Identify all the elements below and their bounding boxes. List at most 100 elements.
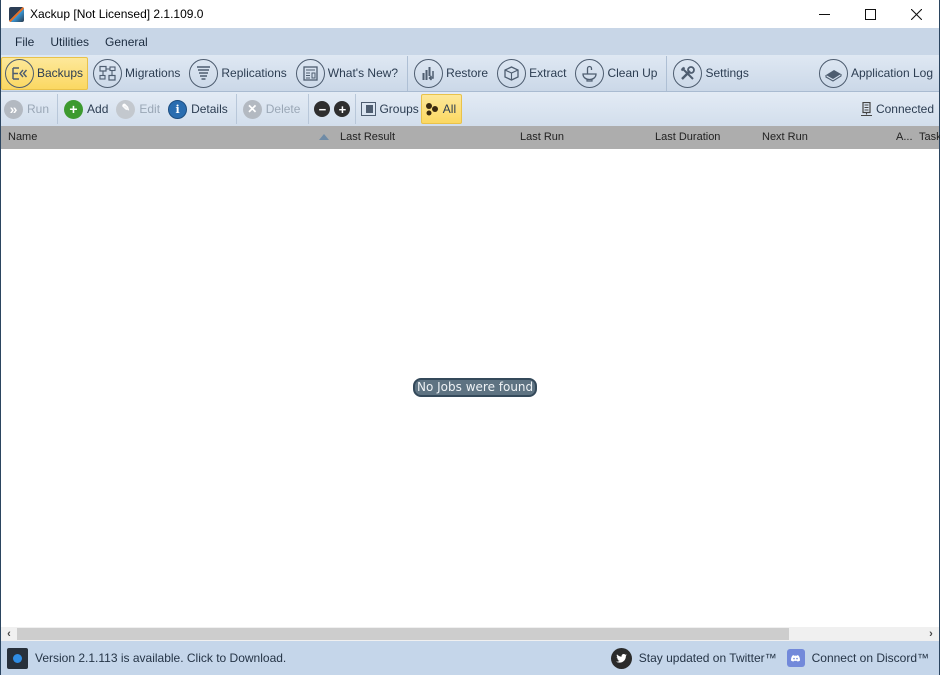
all-label: All [442, 102, 457, 116]
window-title: Xackup [Not Licensed] 2.1.109.0 [30, 7, 204, 21]
menu-utilities[interactable]: Utilities [42, 35, 97, 49]
app-logo-icon [9, 6, 24, 22]
application-log-icon [818, 58, 848, 88]
details-label: Details [191, 102, 228, 116]
scroll-left-icon[interactable]: ‹ [1, 627, 17, 641]
migrations-icon [93, 58, 123, 88]
delete-button[interactable]: ✕ Delete [240, 94, 306, 124]
column-last-duration[interactable]: Last Duration [655, 131, 720, 143]
ribbon-application-log-button[interactable]: Application Log [816, 57, 937, 90]
connection-status: Connected [858, 94, 939, 124]
ribbon-restore-label: Restore [446, 66, 489, 80]
all-icon [425, 103, 438, 116]
toolbar-separator [355, 94, 357, 124]
ribbon-separator [666, 55, 668, 91]
menu-bar: File Utilities General [1, 28, 939, 55]
server-icon [860, 101, 872, 116]
clean-up-icon [575, 58, 605, 88]
ribbon-migrations-label: Migrations [125, 66, 181, 80]
news-icon [295, 58, 325, 88]
menu-general[interactable]: General [97, 35, 156, 49]
edit-label: Edit [139, 102, 161, 116]
maximize-icon [864, 8, 876, 20]
plus-icon: + [334, 101, 351, 117]
extract-icon [497, 58, 527, 88]
discord-icon [786, 649, 805, 667]
backups-icon [5, 58, 34, 88]
column-a[interactable]: A... [896, 131, 913, 143]
run-label: Run [27, 102, 50, 116]
ribbon-extract-label: Extract [529, 66, 567, 80]
add-label: Add [87, 102, 109, 116]
groups-button[interactable]: Groups [359, 94, 420, 124]
ribbon-replications-button[interactable]: Replications [186, 57, 290, 90]
ribbon-backups-label: Backups [37, 66, 84, 80]
edit-icon: ✎ [116, 99, 136, 119]
minimize-icon [818, 13, 830, 15]
scroll-right-icon[interactable]: › [923, 627, 939, 641]
ribbon-settings-button[interactable]: Settings [670, 57, 752, 90]
horizontal-scrollbar[interactable]: ‹ › [1, 627, 939, 641]
ribbon-clean-up-label: Clean Up [607, 66, 658, 80]
status-bar: Version 2.1.113 is available. Click to D… [1, 641, 939, 675]
toolbar-separator [57, 94, 59, 124]
ribbon-separator [407, 55, 409, 91]
twitter-label: Stay updated on Twitter™ [638, 651, 777, 665]
toolbar-separator [308, 94, 310, 124]
title-bar: Xackup [Not Licensed] 2.1.109.0 [1, 0, 939, 28]
twitter-link[interactable]: Stay updated on Twitter™ [610, 647, 777, 669]
all-button[interactable]: All [420, 94, 463, 124]
ribbon: Backups Migrations Replications What's N… [1, 55, 939, 92]
update-icon [7, 647, 28, 669]
groups-icon [361, 102, 377, 116]
scrollbar-thumb[interactable] [17, 628, 789, 640]
edit-button[interactable]: ✎ Edit [113, 94, 165, 124]
replications-icon [189, 58, 219, 88]
discord-link[interactable]: Connect on Discord™ [786, 649, 929, 667]
ribbon-settings-label: Settings [705, 66, 749, 80]
ribbon-application-log-label: Application Log [850, 66, 933, 80]
close-icon [910, 8, 922, 20]
delete-icon: ✕ [242, 99, 262, 119]
minus-icon: − [314, 101, 331, 117]
column-task[interactable]: Task [919, 131, 940, 143]
ribbon-migrations-button[interactable]: Migrations [90, 57, 184, 90]
restore-icon [414, 58, 444, 88]
app-window: Xackup [Not Licensed] 2.1.109.0 File Uti… [0, 0, 940, 675]
ribbon-backups-button[interactable]: Backups [1, 56, 89, 90]
toolbar-separator [235, 94, 237, 124]
run-button[interactable]: » Run [1, 94, 54, 124]
ribbon-clean-up-button[interactable]: Clean Up [572, 57, 661, 90]
expand-all-button[interactable]: + [332, 94, 352, 124]
delete-label: Delete [265, 102, 301, 116]
details-icon: i [168, 99, 188, 119]
twitter-icon [610, 647, 632, 669]
add-icon: + [64, 99, 84, 119]
settings-icon [673, 58, 703, 88]
close-button[interactable] [893, 0, 939, 28]
ribbon-whats-new-label: What's New? [327, 66, 399, 80]
menu-file[interactable]: File [7, 35, 42, 49]
ribbon-whats-new-button[interactable]: What's New? [293, 57, 402, 90]
ribbon-replications-label: Replications [221, 66, 287, 80]
collapse-all-button[interactable]: − [312, 94, 332, 124]
column-last-run[interactable]: Last Run [520, 131, 564, 143]
column-last-result[interactable]: Last Result [340, 131, 395, 143]
maximize-button[interactable] [847, 0, 893, 28]
minimize-button[interactable] [801, 0, 847, 28]
groups-label: Groups [379, 102, 419, 116]
details-button[interactable]: i Details [165, 94, 233, 124]
ribbon-extract-button[interactable]: Extract [494, 57, 570, 90]
jobs-table-header: Name Last Result Last Run Last Duration … [1, 126, 940, 149]
connection-status-label: Connected [875, 102, 934, 116]
add-button[interactable]: + Add [61, 94, 113, 124]
toolbar: » Run + Add ✎ Edit i Details ✕ Delete − … [1, 92, 939, 126]
empty-state-message: No Jobs were found [413, 378, 538, 397]
jobs-list: No Jobs were found [1, 149, 939, 627]
column-name[interactable]: Name [8, 131, 37, 143]
discord-label: Connect on Discord™ [811, 651, 929, 665]
column-next-run[interactable]: Next Run [762, 131, 808, 143]
update-available-link[interactable]: Version 2.1.113 is available. Click to D… [35, 651, 286, 665]
run-icon: » [4, 99, 23, 119]
ribbon-restore-button[interactable]: Restore [411, 57, 492, 90]
